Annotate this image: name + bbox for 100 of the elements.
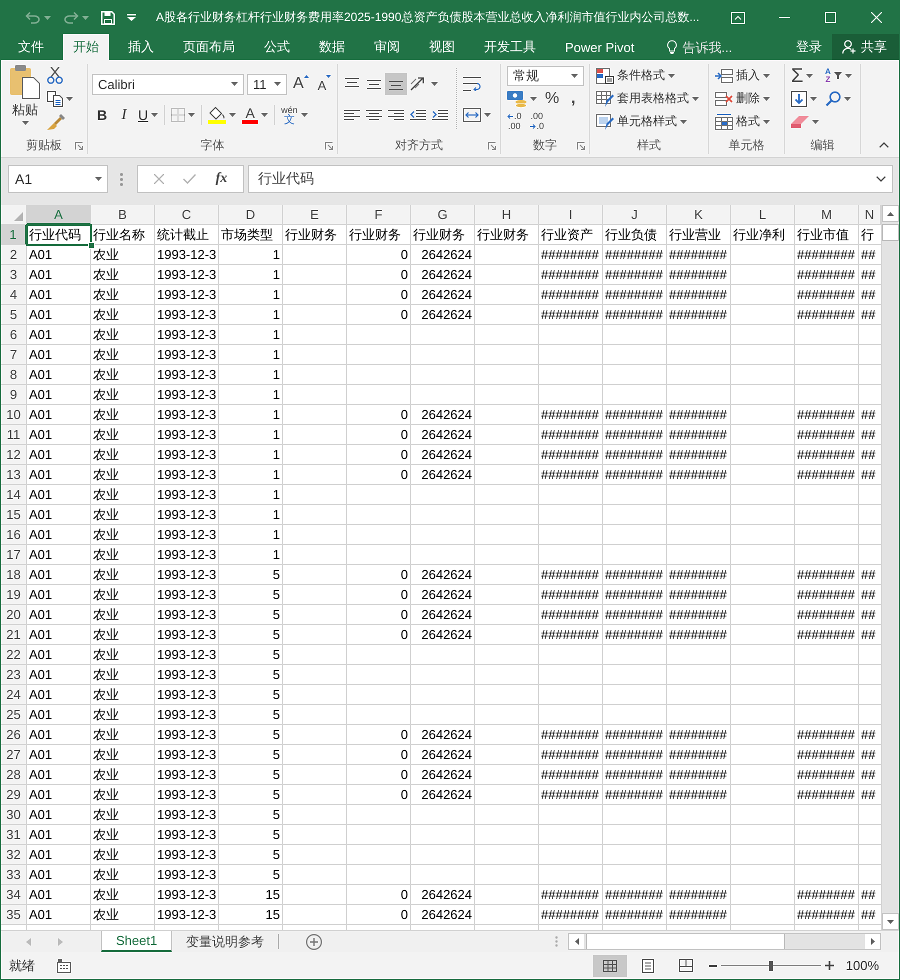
spreadsheet-cell[interactable]: ######## <box>539 565 603 585</box>
spreadsheet-cell[interactable]: ######## <box>667 745 731 765</box>
spreadsheet-cell[interactable]: 1 <box>219 545 283 565</box>
row-header[interactable]: 1 <box>1 225 27 245</box>
row-header[interactable]: 16 <box>1 525 27 545</box>
ribbon-tab[interactable]: 审阅 <box>364 34 410 60</box>
spreadsheet-cell[interactable]: 5 <box>219 705 283 725</box>
spreadsheet-cell[interactable]: 1 <box>219 305 283 325</box>
spreadsheet-cell[interactable]: A01 <box>27 805 91 825</box>
spreadsheet-cell[interactable]: 2642624 <box>411 605 475 625</box>
spreadsheet-cell[interactable]: 2642624 <box>411 785 475 805</box>
spreadsheet-cell[interactable]: 5 <box>219 805 283 825</box>
spreadsheet-cell[interactable]: 农业 <box>91 325 155 345</box>
spreadsheet-cell[interactable]: 1 <box>219 405 283 425</box>
spreadsheet-cell[interactable]: ######## <box>795 245 859 265</box>
row-header[interactable]: 27 <box>1 745 27 765</box>
spreadsheet-cell[interactable]: A01 <box>27 525 91 545</box>
spreadsheet-cell[interactable]: 1993-12-3 <box>155 765 219 785</box>
spreadsheet-cell[interactable]: 15 <box>219 885 283 905</box>
spreadsheet-cell[interactable]: ## <box>859 605 881 625</box>
ribbon-tab[interactable]: 页面布局 <box>173 34 245 60</box>
scroll-left-button[interactable] <box>569 934 584 949</box>
ribbon-tab[interactable]: 公式 <box>254 34 300 60</box>
spreadsheet-cell[interactable]: 行业资产 <box>539 225 603 245</box>
row-header[interactable]: 13 <box>1 465 27 485</box>
underline-button[interactable]: U <box>135 104 162 126</box>
spreadsheet-cell[interactable]: ######## <box>795 785 859 805</box>
spreadsheet-cell[interactable]: 5 <box>219 685 283 705</box>
spreadsheet-cell[interactable]: ######## <box>539 745 603 765</box>
row-header[interactable]: 10 <box>1 405 27 425</box>
spreadsheet-cell[interactable]: 1993-12-3 <box>155 625 219 645</box>
spreadsheet-cell[interactable]: ######## <box>539 625 603 645</box>
spreadsheet-cell[interactable]: 5 <box>219 585 283 605</box>
spreadsheet-cell[interactable]: ######## <box>795 405 859 425</box>
spreadsheet-cell[interactable]: 农业 <box>91 685 155 705</box>
font-size-field[interactable]: 11 <box>247 74 287 94</box>
spreadsheet-cell[interactable]: ######## <box>667 905 731 925</box>
launcher-icon[interactable] <box>325 142 333 150</box>
spreadsheet-cell[interactable]: 农业 <box>91 725 155 745</box>
spreadsheet-cell[interactable]: 0 <box>347 425 411 445</box>
spreadsheet-cell[interactable]: 农业 <box>91 625 155 645</box>
spreadsheet-cell[interactable]: 2642624 <box>411 265 475 285</box>
minimize-icon[interactable] <box>778 17 790 18</box>
spreadsheet-cell[interactable]: 1993-12-3 <box>155 665 219 685</box>
spreadsheet-cell[interactable]: 农业 <box>91 785 155 805</box>
add-sheet-icon[interactable] <box>306 934 322 950</box>
spreadsheet-cell[interactable]: ## <box>859 785 881 805</box>
spreadsheet-cell[interactable]: A01 <box>27 405 91 425</box>
row-header[interactable]: 7 <box>1 345 27 365</box>
spreadsheet-cell[interactable]: A01 <box>27 285 91 305</box>
spreadsheet-cell[interactable]: ######## <box>603 725 667 745</box>
spreadsheet-cell[interactable]: 1993-12-3 <box>155 845 219 865</box>
spreadsheet-cell[interactable]: 2642624 <box>411 905 475 925</box>
shrink-font-button[interactable]: A <box>314 73 334 95</box>
spreadsheet-cell[interactable]: 市场类型 <box>219 225 283 245</box>
spreadsheet-cell[interactable]: 2642624 <box>411 305 475 325</box>
spreadsheet-cell[interactable]: 农业 <box>91 465 155 485</box>
spreadsheet-cell[interactable]: 农业 <box>91 905 155 925</box>
spreadsheet-cell[interactable]: 农业 <box>91 545 155 565</box>
spreadsheet-cell[interactable]: 5 <box>219 745 283 765</box>
spreadsheet-cell[interactable]: ######## <box>539 445 603 465</box>
spreadsheet-cell[interactable]: 15 <box>219 905 283 925</box>
number-format-field[interactable]: 常规 <box>507 66 584 86</box>
spreadsheet-cell[interactable]: ## <box>859 725 881 745</box>
spreadsheet-cell[interactable]: ######## <box>539 245 603 265</box>
spreadsheet-cell[interactable]: ######## <box>795 425 859 445</box>
spreadsheet-cell[interactable]: 农业 <box>91 665 155 685</box>
ribbon-tab[interactable]: Power Pivot <box>555 34 644 60</box>
spreadsheet-cell[interactable]: 2642624 <box>411 285 475 305</box>
spreadsheet-cell[interactable]: 农业 <box>91 865 155 885</box>
spreadsheet-cell[interactable]: 2642624 <box>411 565 475 585</box>
spreadsheet-cell[interactable]: 5 <box>219 605 283 625</box>
spreadsheet-cell[interactable]: ######## <box>667 885 731 905</box>
sheet-tab[interactable]: Sheet1 <box>101 931 172 952</box>
spreadsheet-cell[interactable]: ######## <box>539 585 603 605</box>
spreadsheet-cell[interactable]: ## <box>859 265 881 285</box>
insert-cells-button[interactable]: 插入 <box>712 64 773 86</box>
spreadsheet-cell[interactable]: ######## <box>603 585 667 605</box>
spreadsheet-cell[interactable]: 2642624 <box>411 405 475 425</box>
spreadsheet-cell[interactable]: ## <box>859 425 881 445</box>
spreadsheet-cell[interactable]: ######## <box>667 625 731 645</box>
sort-filter-button[interactable]: A Z <box>822 64 855 86</box>
column-header[interactable]: C <box>155 205 219 225</box>
spreadsheet-cell[interactable]: 行业负债 <box>603 225 667 245</box>
spreadsheet-cell[interactable]: A01 <box>27 785 91 805</box>
spreadsheet-cell[interactable]: ## <box>859 885 881 905</box>
spreadsheet-cell[interactable]: 2642624 <box>411 885 475 905</box>
row-header[interactable]: 24 <box>1 685 27 705</box>
spreadsheet-cell[interactable]: 0 <box>347 465 411 485</box>
paste-button[interactable]: 粘贴 <box>4 64 44 137</box>
spreadsheet-cell[interactable]: ######## <box>795 905 859 925</box>
spreadsheet-cell[interactable]: 农业 <box>91 385 155 405</box>
launcher-icon[interactable] <box>577 142 585 150</box>
decrease-decimal-button[interactable]: .00 .0 <box>526 110 548 132</box>
launcher-icon[interactable] <box>488 142 496 150</box>
spreadsheet-cell[interactable]: ######## <box>667 565 731 585</box>
scroll-down-button[interactable] <box>882 913 899 930</box>
spreadsheet-cell[interactable]: 农业 <box>91 745 155 765</box>
bottom-align-button[interactable] <box>385 73 407 95</box>
macro-record-icon[interactable] <box>57 958 71 972</box>
